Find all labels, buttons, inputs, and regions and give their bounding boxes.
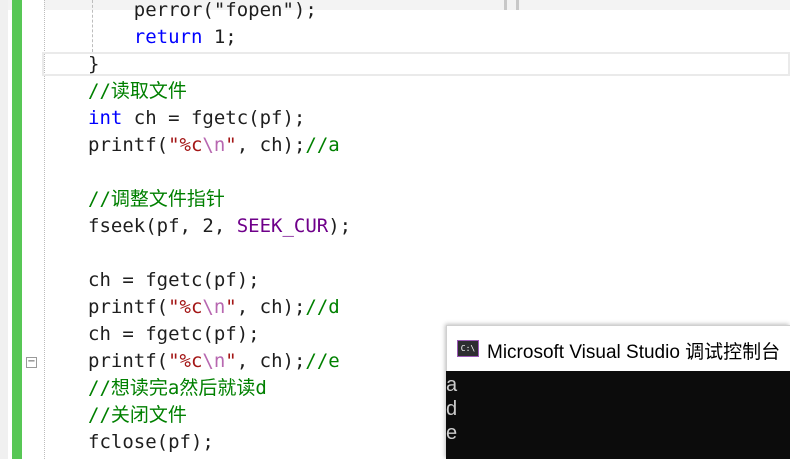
change-tracking-bar xyxy=(12,0,22,459)
code-token: perror("fopen"); xyxy=(88,0,317,21)
code-line[interactable]: //想读完a然后就读d xyxy=(88,375,267,402)
console-title-bar[interactable]: C:\ Microsoft Visual Studio 调试控制台 xyxy=(446,325,790,371)
code-token: 1; xyxy=(202,26,237,48)
collapse-icon[interactable]: − xyxy=(26,357,37,368)
console-output: ade xyxy=(446,373,790,445)
code-line[interactable]: printf("%c\n", ch);//d xyxy=(88,294,340,321)
code-token: //a xyxy=(305,134,340,156)
console-output-line: a xyxy=(446,374,458,396)
code-line[interactable]: //读取文件 xyxy=(88,78,187,105)
console-title: Microsoft Visual Studio 调试控制台 xyxy=(487,342,781,363)
code-token: SEEK_CUR xyxy=(236,215,329,237)
code-token: ch = fgetc(pf); xyxy=(122,107,306,129)
code-token: //调整文件指针 xyxy=(88,188,225,210)
code-line[interactable]: int ch = fgetc(pf); xyxy=(88,105,305,132)
tab-divider xyxy=(504,0,507,10)
code-token: //关闭文件 xyxy=(88,404,187,426)
code-line[interactable]: perror("fopen"); xyxy=(88,0,317,24)
code-token: \n xyxy=(202,350,226,372)
code-token: \n xyxy=(202,296,226,318)
current-line-highlight xyxy=(42,52,790,76)
console-output-line: d xyxy=(446,398,458,420)
code-line[interactable]: fclose(pf); xyxy=(88,429,214,456)
tab-divider xyxy=(516,0,519,10)
code-token: , ch); xyxy=(236,296,306,318)
code-token: " xyxy=(225,296,237,318)
code-token: "%c xyxy=(168,134,203,156)
console-app-icon: C:\ xyxy=(457,340,479,357)
code-token: " xyxy=(225,350,237,372)
code-token: \n xyxy=(202,134,226,156)
code-line[interactable]: return 1; xyxy=(88,24,237,51)
code-token: , ch); xyxy=(236,134,306,156)
code-token: printf( xyxy=(88,350,169,372)
code-token: fseek(pf, 2, xyxy=(88,215,237,237)
debug-console-window[interactable]: C:\ Microsoft Visual Studio 调试控制台 ade xyxy=(446,325,790,459)
code-token: fclose(pf); xyxy=(88,431,214,453)
code-token: //想读完a然后就读d xyxy=(88,377,267,399)
code-token: //d xyxy=(305,296,340,318)
code-token: , ch); xyxy=(236,350,306,372)
code-token: ch = fgetc(pf); xyxy=(88,269,260,291)
code-token: } xyxy=(88,53,100,75)
code-token: //读取文件 xyxy=(88,80,187,102)
code-token: " xyxy=(225,134,237,156)
code-line[interactable]: ch = fgetc(pf); xyxy=(88,267,260,294)
glyph-margin xyxy=(0,0,8,459)
code-token: ch = fgetc(pf); xyxy=(88,323,260,345)
code-token: printf( xyxy=(88,134,169,156)
code-token: int xyxy=(88,107,123,129)
code-token: //e xyxy=(305,350,340,372)
console-output-line: e xyxy=(446,422,458,444)
code-token: ); xyxy=(328,215,352,237)
code-line[interactable]: ch = fgetc(pf); xyxy=(88,321,260,348)
outline-gutter xyxy=(22,0,44,459)
code-token: "%c xyxy=(168,296,203,318)
code-token: return xyxy=(133,26,203,48)
code-line[interactable]: printf("%c\n", ch);//e xyxy=(88,348,340,375)
code-token: "%c xyxy=(168,350,203,372)
code-token: printf( xyxy=(88,296,169,318)
code-line[interactable]: } xyxy=(88,51,99,78)
code-line[interactable]: //关闭文件 xyxy=(88,402,187,429)
code-line[interactable]: printf("%c\n", ch);//a xyxy=(88,132,340,159)
code-line[interactable]: fseek(pf, 2, SEEK_CUR); xyxy=(88,213,351,240)
code-line[interactable]: //调整文件指针 xyxy=(88,186,225,213)
